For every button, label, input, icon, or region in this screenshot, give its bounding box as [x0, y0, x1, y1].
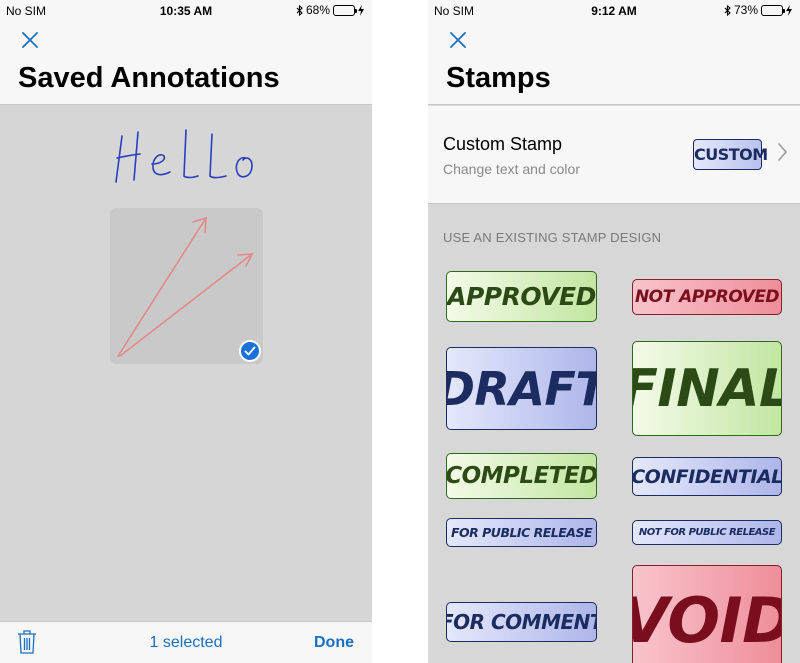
stamp-not-approved[interactable]: NOT APPROVED [632, 279, 782, 315]
custom-stamp-title: Custom Stamp [443, 134, 563, 154]
page-title: Saved Annotations [18, 62, 280, 94]
chevron-right-icon [778, 143, 788, 161]
navigation-bar: No SIM 9:12 AM 73% Stamps [428, 0, 800, 105]
charging-bolt-icon [358, 4, 364, 16]
arrow-annotation-thumbnail[interactable] [110, 208, 263, 364]
arrows-drawing [117, 216, 254, 357]
charging-bolt-icon [786, 4, 792, 16]
battery-group: 73% [724, 3, 792, 17]
stamp-draft[interactable]: DRAFT [446, 347, 597, 430]
custom-stamp-subtitle: Change text and color [443, 161, 580, 177]
saved-annotations-screen: No SIM 10:35 AM 68% Saved Annotations 1 … [0, 0, 372, 663]
close-icon[interactable] [446, 28, 470, 52]
navigation-bar: No SIM 10:35 AM 68% Saved Annotations [0, 0, 372, 105]
hello-annotation[interactable] [100, 118, 270, 193]
page-title: Stamps [446, 62, 551, 94]
battery-icon [333, 4, 357, 16]
stamp-confidential[interactable]: CONFIDENTIAL [632, 457, 782, 496]
bottom-toolbar: 1 selected Done [0, 621, 372, 663]
battery-icon [761, 4, 785, 16]
stamp-for-public-release[interactable]: FOR PUBLIC RELEASE [446, 518, 597, 547]
handwriting-ink [115, 129, 253, 183]
custom-stamp-row[interactable]: Custom Stamp Change text and color CUSTO… [428, 106, 800, 204]
status-bar: No SIM 9:12 AM 73% [428, 0, 800, 22]
stamp-not-for-public-release[interactable]: NOT FOR PUBLIC RELEASE [632, 520, 782, 545]
bluetooth-icon [724, 4, 731, 16]
stamp-final[interactable]: FINAL [632, 341, 782, 436]
done-button[interactable]: Done [314, 634, 354, 652]
stamps-screen: No SIM 9:12 AM 73% Stamps Custom Stamp C… [428, 0, 800, 663]
section-header: USE AN EXISTING STAMP DESIGN [443, 230, 662, 245]
stamp-completed[interactable]: COMPLETED [446, 453, 597, 499]
close-icon[interactable] [18, 28, 42, 52]
battery-percent: 68% [305, 3, 330, 17]
stamp-for-comment[interactable]: FOR COMMENT [446, 602, 597, 642]
battery-percent: 73% [733, 3, 758, 17]
selected-checkmark-icon [239, 340, 261, 362]
status-bar: No SIM 10:35 AM 68% [0, 0, 372, 22]
battery-group: 68% [296, 3, 364, 17]
bluetooth-icon [296, 4, 303, 16]
custom-stamp-preview: CUSTOM [693, 139, 768, 170]
stamp-void[interactable]: VOID [632, 565, 782, 663]
stamp-approved[interactable]: APPROVED [446, 271, 597, 322]
